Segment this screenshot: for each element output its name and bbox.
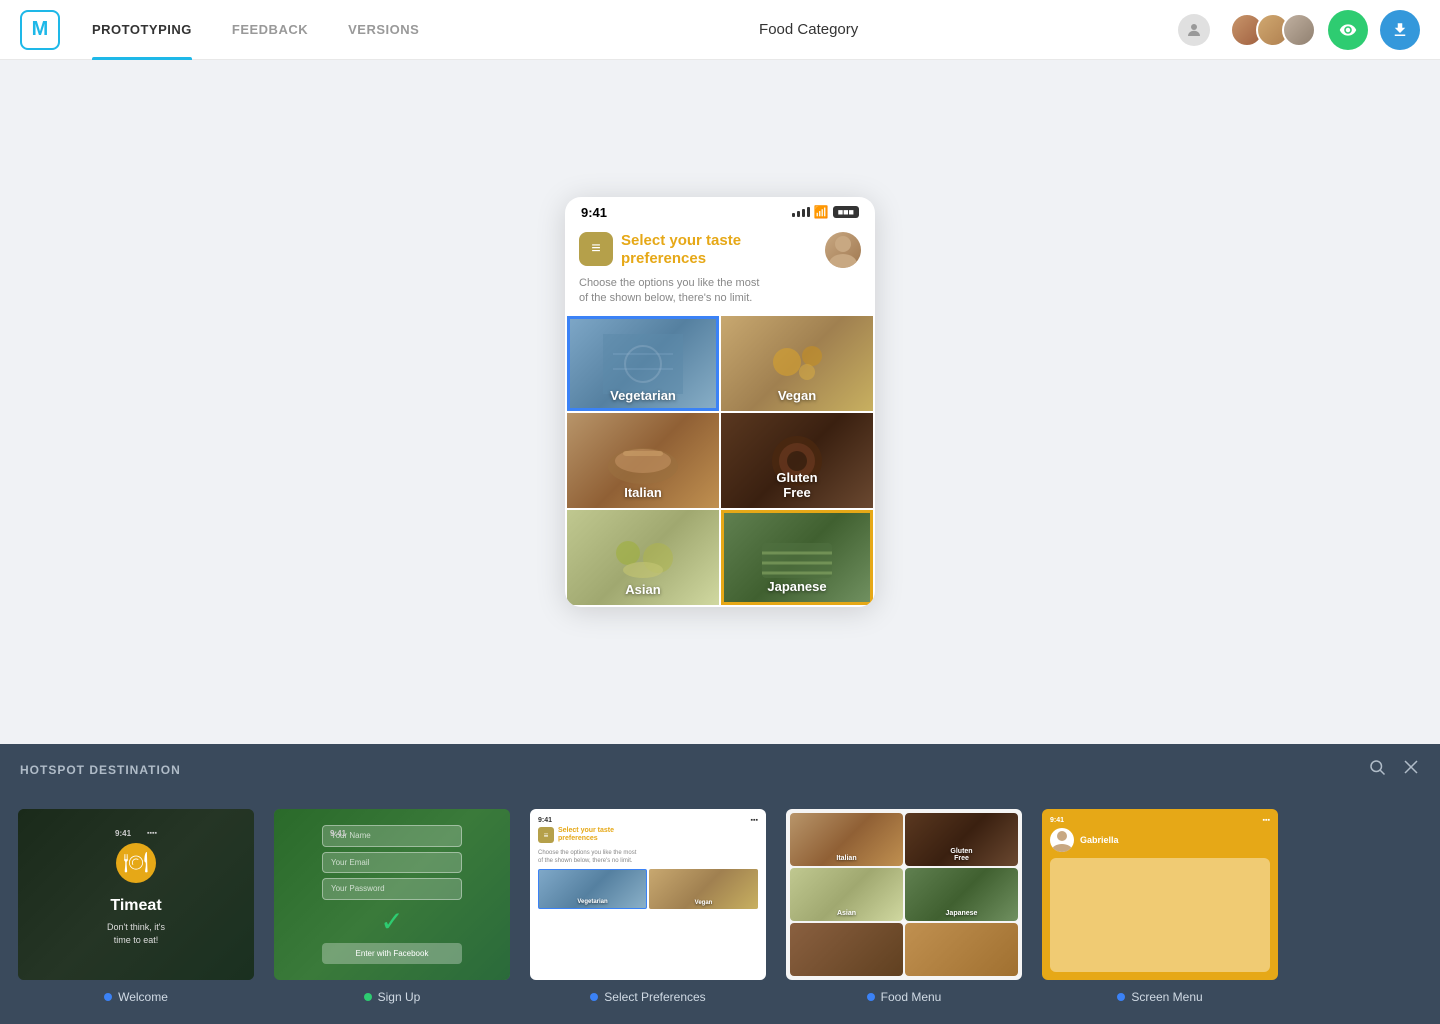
tab-prototyping[interactable]: PROTOTYPING xyxy=(72,0,212,60)
vegetarian-label: Vegetarian xyxy=(567,388,719,403)
food-item-japanese[interactable]: Japanese xyxy=(721,510,873,605)
food-menu-preview: Italian GlutenFree Asian Japanese xyxy=(786,809,1022,980)
header-left: ≡ Select your tastepreferences xyxy=(579,232,741,268)
signup-preview: 9:41 Your Name Your Email Your Password … xyxy=(274,809,510,980)
thumb-screen-menu-label: Screen Menu xyxy=(1117,990,1202,1004)
thumb-italian: Italian xyxy=(790,813,903,866)
hotspot-actions xyxy=(1368,758,1420,781)
asian-label: Asian xyxy=(567,582,719,597)
collaborators-avatars xyxy=(1230,13,1316,47)
thumb-food-menu-card[interactable]: Italian GlutenFree Asian Japanese xyxy=(784,807,1024,982)
hotspot-panel: HOTSPOT DESTINATION xyxy=(0,744,1440,795)
thumb-veg: Vegetarian xyxy=(538,869,647,909)
welcome-dot xyxy=(104,993,112,1001)
status-icons: 📶 ■■■ xyxy=(792,205,859,219)
food-item-asian[interactable]: Asian xyxy=(567,510,719,605)
thumb-menu-icon: ≡ xyxy=(538,827,554,843)
thumb-gluten: GlutenFree xyxy=(905,813,1018,866)
thumbnails-row: 9:41 ▪▪▪▪ 🍽 Timeat Don't think, it'stime… xyxy=(0,795,1440,1024)
screen-menu-preview: 9:41 ▪▪▪ Gabriella xyxy=(1042,809,1278,980)
avatar-3 xyxy=(1282,13,1316,47)
screen-menu-dot xyxy=(1117,993,1125,1001)
main-content: 9:41 📶 ■■■ ≡ Select your tasteprefer xyxy=(0,60,1440,1024)
thumb-prefs[interactable]: 9:41 ▪▪▪ ≡ Select your tastepreferences … xyxy=(528,807,768,1004)
menu-button[interactable]: ≡ xyxy=(579,232,613,266)
battery-icon: ■■■ xyxy=(833,206,859,218)
logo-icon[interactable]: M xyxy=(20,10,60,50)
screen-menu-header: Gabriella xyxy=(1050,828,1270,852)
status-time: 9:41 xyxy=(581,205,607,220)
user-avatar[interactable] xyxy=(825,232,861,268)
prefs-header-thumb: ≡ Select your tastepreferences xyxy=(538,827,758,844)
welcome-preview: 9:41 ▪▪▪▪ 🍽 Timeat Don't think, it'stime… xyxy=(18,809,254,980)
search-icon[interactable] xyxy=(1368,758,1386,781)
thumb-screen-menu[interactable]: 9:41 ▪▪▪ Gabriella Screen Menu xyxy=(1040,807,1280,1004)
close-icon[interactable] xyxy=(1402,758,1420,781)
email-input-thumb: Your Email xyxy=(322,852,462,874)
hotspot-title: HOTSPOT DESTINATION xyxy=(20,763,181,777)
page-title: Food Category xyxy=(439,21,1178,38)
food-item-vegetarian[interactable]: Vegetarian xyxy=(567,316,719,411)
thumb-extra2 xyxy=(905,923,1018,976)
food-item-gluten[interactable]: GlutenFree xyxy=(721,413,873,508)
prefs-preview: 9:41 ▪▪▪ ≡ Select your tastepreferences … xyxy=(530,809,766,980)
thumb-welcome-label: Welcome xyxy=(104,990,168,1004)
thumb-welcome-card[interactable]: 9:41 ▪▪▪▪ 🍽 Timeat Don't think, it'stime… xyxy=(16,807,256,982)
thumb-vegan-cell: Vegan xyxy=(649,869,758,909)
screen-menu-name: Gabriella xyxy=(1080,835,1119,845)
gluten-label: GlutenFree xyxy=(721,470,873,500)
thumb-asian: Asian xyxy=(790,868,903,921)
thumb-signup-label: Sign Up xyxy=(364,990,421,1004)
thumb-prefs-grid: Vegetarian Vegan xyxy=(538,869,758,909)
food-menu-dot xyxy=(867,993,875,1001)
signal-icon xyxy=(792,207,810,217)
food-item-vegan[interactable]: Vegan xyxy=(721,316,873,411)
screen-menu-avatar xyxy=(1050,828,1074,852)
export-button[interactable] xyxy=(1380,10,1420,50)
canvas-area: 9:41 📶 ■■■ ≡ Select your tasteprefer xyxy=(0,60,1440,744)
header-title: Select your tastepreferences xyxy=(621,232,741,268)
food-item-italian[interactable]: Italian xyxy=(567,413,719,508)
pass-input-thumb: Your Password xyxy=(322,878,462,900)
italian-label: Italian xyxy=(567,485,719,500)
screen-menu-content xyxy=(1050,858,1270,972)
food-grid: Vegetarian Vegan Italian xyxy=(565,316,875,607)
thumb-pref-title: Select your tastepreferences xyxy=(558,827,614,844)
preview-button[interactable] xyxy=(1328,10,1368,50)
thumb-food-menu-label: Food Menu xyxy=(867,990,942,1004)
top-nav: M PROTOTYPING FEEDBACK VERSIONS Food Cat… xyxy=(0,0,1440,60)
thumb-extra1 xyxy=(790,923,903,976)
status-bar: 9:41 📶 ■■■ xyxy=(565,197,875,224)
thumb-food-menu[interactable]: Italian GlutenFree Asian Japanese Food M… xyxy=(784,807,1024,1004)
welcome-food-icon: 🍽 xyxy=(116,843,156,883)
japanese-label: Japanese xyxy=(724,579,870,594)
mobile-subtitle: Choose the options you like the mostof t… xyxy=(565,274,875,317)
user-profile-icon[interactable] xyxy=(1178,14,1210,46)
thumb-sub-text: Choose the options you like the mostof t… xyxy=(538,850,758,866)
thumb-prefs-label: Select Preferences xyxy=(590,990,705,1004)
tab-feedback[interactable]: FEEDBACK xyxy=(212,0,328,60)
logo-area: M PROTOTYPING FEEDBACK VERSIONS xyxy=(20,0,439,60)
checkmark-icon: ✓ xyxy=(380,905,403,938)
nav-right xyxy=(1178,10,1420,50)
facebook-btn-thumb: Enter with Facebook xyxy=(322,943,462,964)
wifi-icon: 📶 xyxy=(814,205,829,219)
tab-versions[interactable]: VERSIONS xyxy=(328,0,439,60)
vegetarian-bg xyxy=(567,316,719,411)
thumb-welcome[interactable]: 9:41 ▪▪▪▪ 🍽 Timeat Don't think, it'stime… xyxy=(16,807,256,1004)
nav-tabs: PROTOTYPING FEEDBACK VERSIONS xyxy=(72,0,439,60)
prefs-dot xyxy=(590,993,598,1001)
avatar-image xyxy=(825,232,861,268)
mobile-header: ≡ Select your tastepreferences xyxy=(565,224,875,274)
thumb-screen-menu-card[interactable]: 9:41 ▪▪▪ Gabriella xyxy=(1040,807,1280,982)
vegan-label: Vegan xyxy=(721,388,873,403)
thumb-signup-card[interactable]: 9:41 Your Name Your Email Your Password … xyxy=(272,807,512,982)
mobile-mockup: 9:41 📶 ■■■ ≡ Select your tasteprefer xyxy=(565,197,875,608)
thumb-signup[interactable]: 9:41 Your Name Your Email Your Password … xyxy=(272,807,512,1004)
thumb-japanese: Japanese xyxy=(905,868,1018,921)
thumb-prefs-card[interactable]: 9:41 ▪▪▪ ≡ Select your tastepreferences … xyxy=(528,807,768,982)
signup-dot xyxy=(364,993,372,1001)
